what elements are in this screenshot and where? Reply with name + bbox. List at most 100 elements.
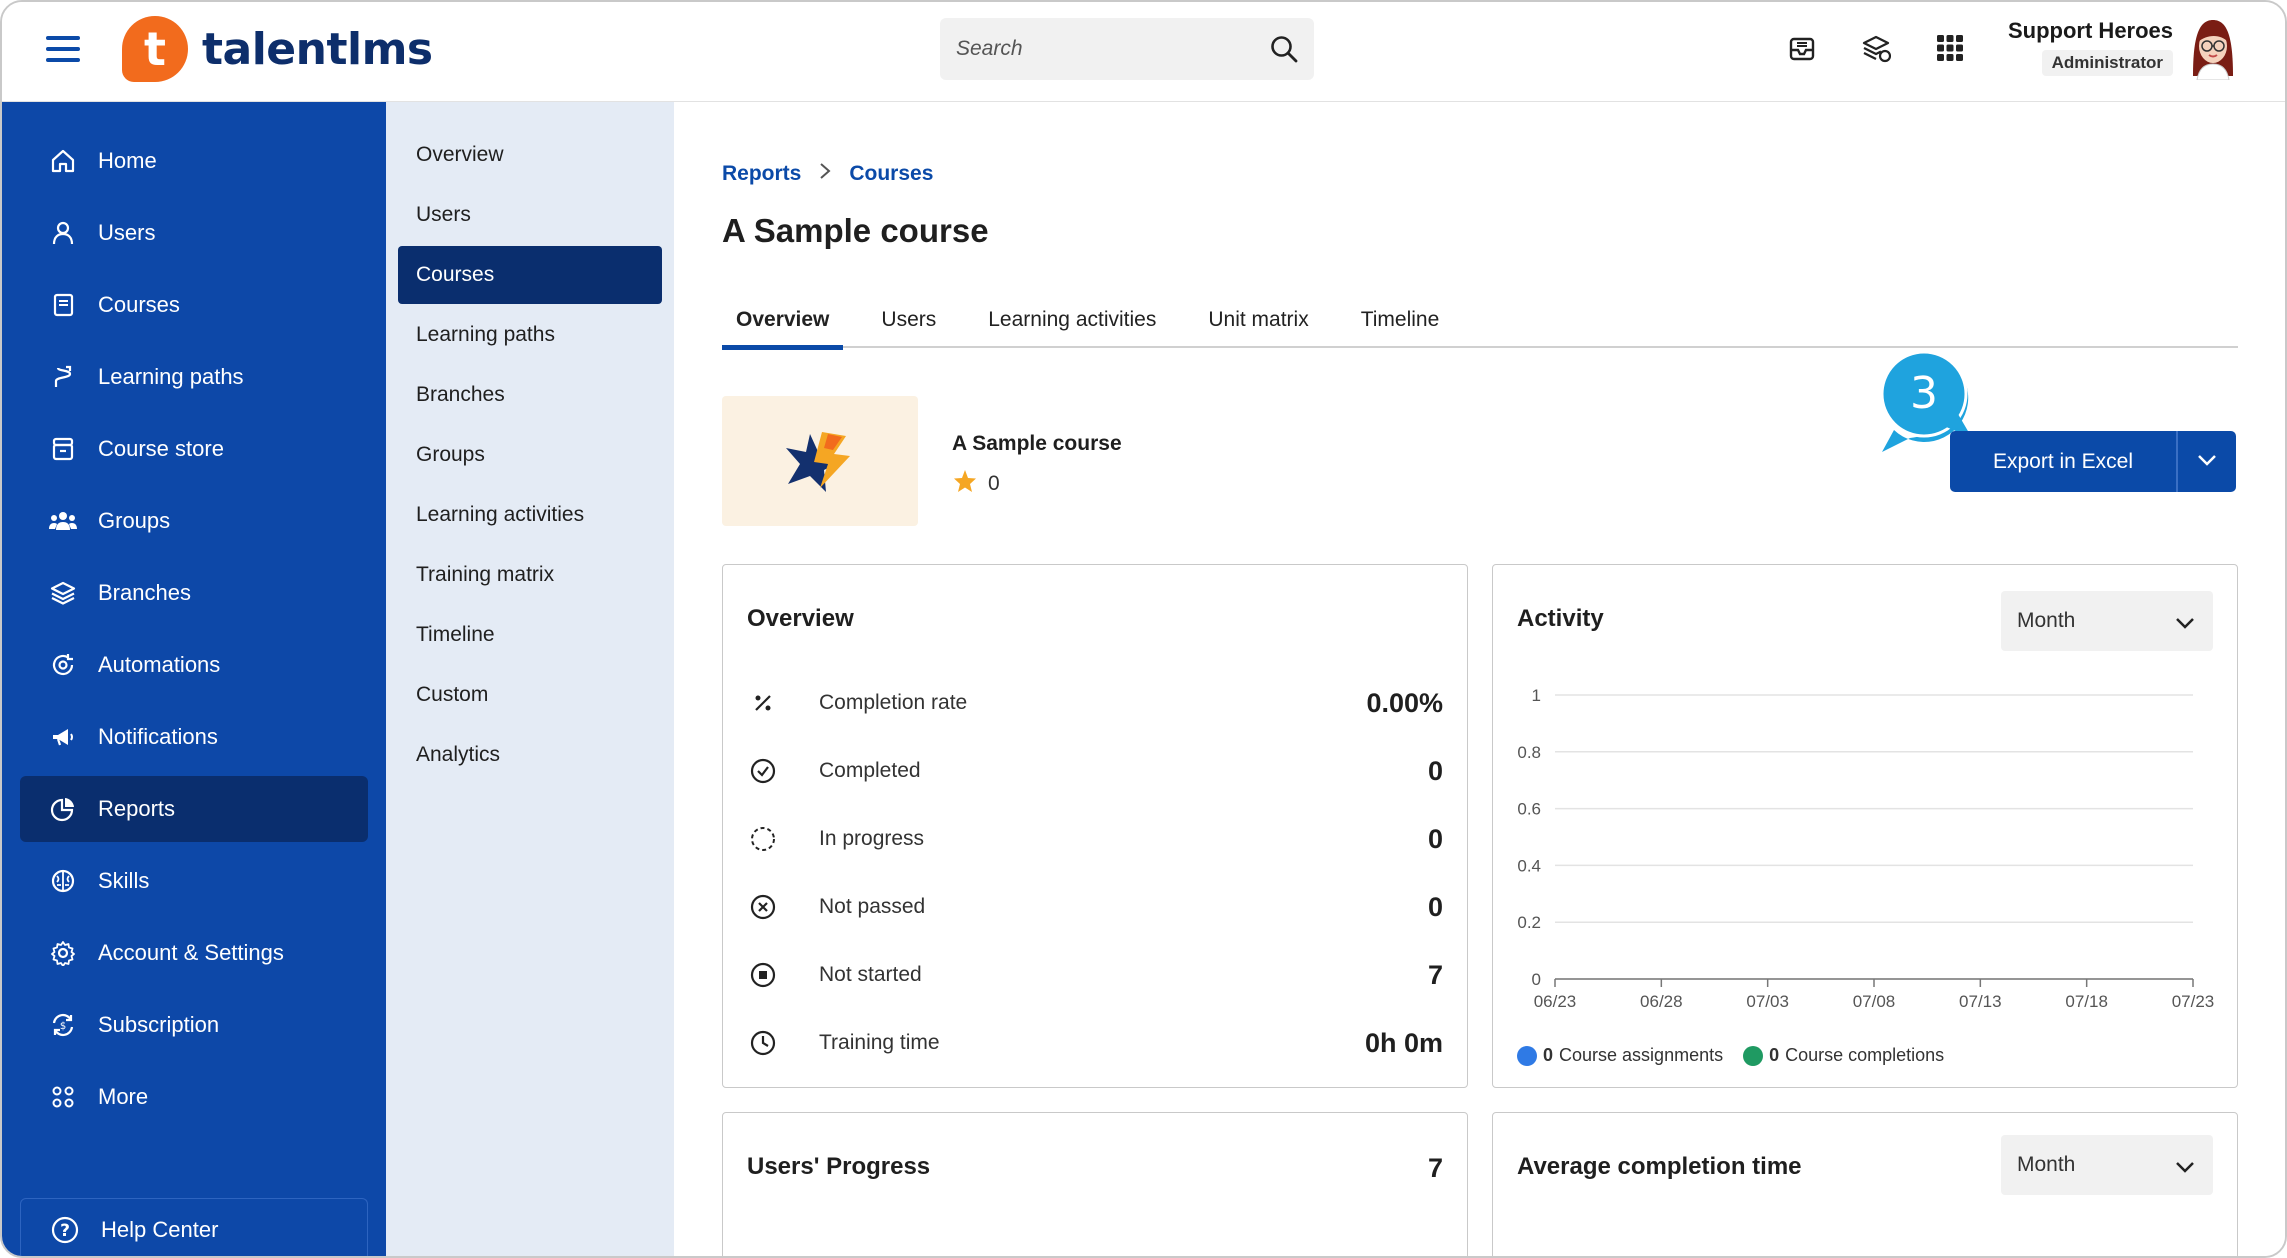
user-name: Support Heroes: [2008, 18, 2174, 43]
sidebar-item-home[interactable]: Home: [20, 128, 368, 194]
y-tick-label: 0.4: [1517, 856, 1541, 875]
breadcrumb-reports-link[interactable]: Reports: [722, 162, 801, 186]
user-profile[interactable]: Support Heroes Administrator: [2008, 18, 2174, 76]
sidebar-item-skills[interactable]: Skills: [20, 848, 368, 914]
search-box[interactable]: [940, 18, 1314, 80]
chart-legend: 0 Course assignments 0 Course completion…: [1517, 1045, 1964, 1066]
legend-item-assignments[interactable]: 0 Course assignments: [1517, 1045, 1723, 1066]
stat-label: Completed: [819, 759, 921, 782]
breadcrumb-courses-link[interactable]: Courses: [849, 162, 933, 186]
sidebar-item-label: Notifications: [98, 724, 218, 749]
stat-value: 0: [1427, 755, 1443, 786]
home-icon: [48, 146, 78, 176]
sidebar-item-notifications[interactable]: Notifications: [20, 704, 368, 770]
sidebar-item-label: Automations: [98, 652, 221, 677]
more-icon: [48, 1082, 78, 1112]
stat-label: In progress: [819, 827, 925, 850]
apps-grid-icon[interactable]: [1934, 28, 1966, 68]
tab-overview[interactable]: Overview: [722, 292, 844, 350]
stat-value: 0h 0m: [1364, 1027, 1443, 1058]
y-tick-label: 0.2: [1517, 913, 1541, 932]
inbox-icon[interactable]: [1786, 28, 1818, 68]
users-progress-value: 7: [1427, 1153, 1443, 1183]
sidebar-item-learning-paths[interactable]: Learning paths: [20, 344, 368, 410]
automation-icon: [48, 650, 78, 680]
top-bar: t talentlms Support Heroes Administrator: [2, 2, 2285, 102]
avatar[interactable]: [2185, 16, 2241, 81]
activity-chart: 0 0.2 0.4 0.6 0.8 1 06/23 06/28 07/03 07/08 07/13 0…: [1517, 686, 2214, 1011]
x-tick-label: 06/28: [1640, 992, 1683, 1011]
sidebar-item-users[interactable]: Users: [20, 200, 368, 266]
course-thumbnail: [722, 396, 918, 526]
main-sidebar: Home Users Courses Learning paths Course…: [2, 102, 386, 1256]
path-icon: [48, 362, 78, 392]
sidebar-item-automations[interactable]: Automations: [20, 632, 368, 698]
tab-users[interactable]: Users: [867, 292, 950, 348]
sidebar-item-label: More: [98, 1084, 149, 1109]
sidebar-item-label: Courses: [98, 292, 180, 317]
x-tick-label: 06/23: [1534, 992, 1577, 1011]
clock-icon: [747, 1027, 779, 1059]
svg-text:$: $: [60, 1021, 66, 1032]
submenu-item-courses[interactable]: Courses: [398, 246, 662, 304]
search-icon[interactable]: [1254, 34, 1314, 64]
export-excel-button[interactable]: Export in Excel: [1950, 431, 2176, 492]
stat-label: Completion rate: [819, 691, 968, 714]
sidebar-item-courses[interactable]: Courses: [20, 272, 368, 338]
legend-dot: [1517, 1045, 1537, 1066]
x-circle-icon: [747, 891, 779, 923]
chevron-right-icon: [819, 162, 831, 186]
tab-timeline[interactable]: Timeline: [1347, 292, 1454, 348]
step-number: 3: [1910, 367, 1938, 419]
x-tick-label: 07/03: [1746, 992, 1789, 1011]
talentlms-logo[interactable]: t talentlms: [122, 16, 433, 82]
legend-item-completions[interactable]: 0 Course completions: [1743, 1045, 1944, 1066]
user-icon: [48, 218, 78, 248]
stat-value: 0: [1427, 891, 1443, 922]
groups-icon: [48, 506, 78, 536]
sidebar-item-branches[interactable]: Branches: [20, 560, 368, 626]
sidebar-item-course-store[interactable]: Course store: [20, 416, 368, 482]
sidebar-item-account-settings[interactable]: Account & Settings: [20, 920, 368, 986]
hamburger-menu-icon[interactable]: [46, 36, 80, 66]
stat-not-passed: Not passed 0: [747, 887, 1443, 927]
brain-icon: [48, 866, 78, 896]
activity-card: Activity Month 0 0.2 0.4 0.6 0.8 1 06/23 06/28 0…: [1492, 564, 2238, 1088]
sidebar-item-more[interactable]: More: [20, 1064, 368, 1130]
x-tick-label: 07/13: [1959, 992, 2002, 1011]
submenu-item-branches[interactable]: Branches: [398, 366, 662, 424]
stat-value: 0.00%: [1366, 687, 1443, 718]
dashed-circle-icon: [747, 823, 779, 855]
submenu-item-analytics[interactable]: Analytics: [398, 726, 662, 784]
x-tick-label: 07/08: [1853, 992, 1896, 1011]
stat-in-progress: In progress 0: [747, 819, 1443, 859]
gear-icon: [48, 938, 78, 968]
submenu-item-learning-paths[interactable]: Learning paths: [398, 306, 662, 364]
tab-learning-activities[interactable]: Learning activities: [974, 292, 1170, 348]
layers-sync-icon[interactable]: [1860, 28, 1892, 68]
y-tick-label: 0.8: [1517, 743, 1541, 762]
submenu-item-learning-activities[interactable]: Learning activities: [398, 486, 662, 544]
stop-circle-icon: [747, 959, 779, 991]
sidebar-item-reports[interactable]: Reports: [20, 776, 368, 842]
stat-training-time: Training time 0h 0m: [747, 1023, 1443, 1063]
sidebar-item-subscription[interactable]: $ Subscription: [20, 992, 368, 1058]
submenu-item-timeline[interactable]: Timeline: [398, 606, 662, 664]
overview-title: Overview: [747, 605, 854, 632]
sidebar-item-label: Course store: [98, 436, 224, 461]
submenu-item-groups[interactable]: Groups: [398, 426, 662, 484]
chevron-down-icon: [2197, 453, 2217, 471]
tab-unit-matrix[interactable]: Unit matrix: [1194, 292, 1322, 348]
search-input[interactable]: [940, 18, 1254, 80]
submenu-item-users[interactable]: Users: [398, 186, 662, 244]
export-dropdown-toggle[interactable]: [2176, 431, 2236, 492]
megaphone-icon: [48, 722, 78, 752]
submenu-item-custom[interactable]: Custom: [398, 666, 662, 724]
submenu-item-training-matrix[interactable]: Training matrix: [398, 546, 662, 604]
help-center-button[interactable]: ? Help Center: [20, 1198, 368, 1256]
sidebar-item-groups[interactable]: Groups: [20, 488, 368, 554]
submenu-item-overview[interactable]: Overview: [398, 126, 662, 184]
avg-completion-title: Average completion time: [1517, 1153, 1802, 1180]
avg-completion-period-select[interactable]: Month: [2001, 1135, 2213, 1195]
course-rating: 0: [952, 468, 1000, 500]
